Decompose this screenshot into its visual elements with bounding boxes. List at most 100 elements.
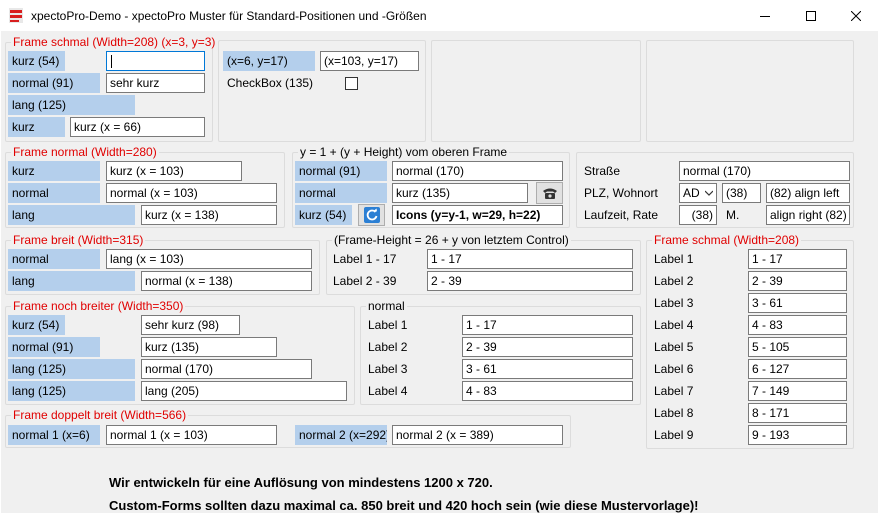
textbox-row[interactable]: 7 - 149 (748, 381, 847, 401)
frame-empty-2 (646, 40, 854, 142)
textbox-normal-2[interactable]: normal 2 (x = 389) (392, 425, 563, 445)
frame-caption: (Frame-Height = 26 + y von letztem Contr… (332, 233, 571, 247)
label-normal: normal (295, 183, 387, 203)
frame-caption: Frame noch breiter (Width=350) (11, 299, 186, 313)
textbox-row[interactable]: 1 - 17 (748, 249, 847, 269)
close-button[interactable] (833, 0, 879, 31)
textbox-plz[interactable]: (38) (722, 183, 761, 203)
label-normal: normal (8, 249, 100, 269)
chevron-down-icon (704, 184, 714, 207)
textbox-row[interactable]: 6 - 127 (748, 359, 847, 379)
label-row: Label 2 (654, 274, 694, 288)
textbox-row[interactable]: 4 - 83 (748, 315, 847, 335)
textbox-sehr-kurz[interactable]: sehr kurz (106, 73, 205, 93)
label-normal: normal (8, 183, 100, 203)
label-row: Label 3 (654, 296, 694, 310)
minimize-button[interactable] (742, 0, 788, 31)
frame-caption: Frame schmal (Width=208) (x=3, y=3) (11, 35, 218, 49)
label-x6-y17: (x=6, y=17) (223, 51, 315, 71)
textbox-row[interactable]: 8 - 171 (748, 403, 847, 423)
frame-caption: normal (366, 299, 407, 313)
textbox-normal-170[interactable]: normal (170) (141, 359, 312, 379)
minimize-icon (760, 15, 770, 17)
textbox-normal-x103[interactable]: normal (x = 103) (106, 183, 277, 203)
textbox-row[interactable]: 2 - 39 (748, 271, 847, 291)
textbox-1-17[interactable]: 1 - 17 (427, 249, 633, 269)
textbox-lang-x103[interactable]: lang (x = 103) (106, 249, 312, 269)
checkbox-label: CheckBox (135) (227, 76, 314, 90)
note-resolution: Wir entwickeln für eine Auflösung von mi… (109, 475, 493, 490)
label-kurz-54: kurz (54) (8, 51, 65, 71)
textbox-normal-170[interactable]: normal (170) (392, 161, 563, 181)
maximize-icon (806, 10, 816, 21)
textbox-row[interactable]: 1 - 17 (462, 315, 633, 335)
label-strasse: Straße (584, 164, 621, 178)
label-lang-125: lang (125) (8, 95, 135, 115)
refresh-icon (363, 207, 380, 223)
label-row: Label 2 (368, 340, 408, 354)
checkbox[interactable] (345, 77, 358, 90)
frame-caption: Frame schmal (Width=208) (652, 233, 802, 247)
textbox-laufzeit[interactable]: (38) (679, 205, 717, 225)
textbox-kurz-x103[interactable]: kurz (x = 103) (106, 161, 242, 181)
label-normal-91: normal (91) (8, 73, 100, 93)
label-2-39: Label 2 - 39 (333, 274, 397, 288)
textbox-kurz-focused[interactable] (106, 51, 205, 71)
textbox-kurz-135[interactable]: kurz (135) (392, 183, 528, 203)
country-combo[interactable]: AD (679, 183, 717, 203)
textbox-kurz-x138[interactable]: kurz (x = 138) (141, 205, 277, 225)
textbox-row[interactable]: 5 - 105 (748, 337, 847, 357)
label-row: Label 6 (654, 362, 694, 376)
text-caret (111, 55, 112, 69)
close-icon (851, 10, 861, 21)
textbox-x103-y17[interactable]: (x=103, y=17) (320, 51, 419, 71)
label-laufzeit-rate: Laufzeit, Rate (584, 208, 659, 222)
label-row: Label 5 (654, 340, 694, 354)
textbox-normal-x138[interactable]: normal (x = 138) (141, 271, 312, 291)
label-kurz-54: kurz (54) (295, 205, 352, 225)
textbox-icons-note[interactable]: Icons (y=y-1, w=29, h=22) (392, 205, 563, 225)
label-row: Label 1 (654, 252, 694, 266)
frame-caption: y = 1 + (y + Height) vom oberen Frame (298, 145, 510, 159)
textbox-rate[interactable]: align right (82) (766, 205, 850, 225)
label-row: Label 1 (368, 318, 408, 332)
textbox-row[interactable]: 3 - 61 (462, 359, 633, 379)
maximize-button[interactable] (788, 0, 834, 31)
label-kurz: kurz (8, 117, 65, 137)
textbox-kurz-x66[interactable]: kurz (x = 66) (70, 117, 205, 137)
label-kurz: kurz (8, 161, 100, 181)
textbox-normal-1[interactable]: normal 1 (x = 103) (106, 425, 277, 445)
title-bar: xpectoPro-Demo - xpectoPro Muster für St… (0, 0, 879, 31)
frame-caption: Frame breit (Width=315) (11, 233, 146, 247)
textbox-kurz-135[interactable]: kurz (135) (141, 337, 277, 357)
textbox-strasse[interactable]: normal (170) (679, 161, 850, 181)
textbox-sehr-kurz-98[interactable]: sehr kurz (98) (141, 315, 240, 335)
label-row: Label 4 (368, 384, 408, 398)
label-normal-2: normal 2 (x=292) (295, 425, 387, 445)
label-lang-125: lang (125) (8, 359, 135, 379)
frame-caption: Frame normal (Width=280) (11, 145, 159, 159)
textbox-row[interactable]: 3 - 61 (748, 293, 847, 313)
textbox-row[interactable]: 9 - 193 (748, 425, 847, 445)
refresh-button[interactable] (358, 204, 385, 226)
phone-icon (542, 188, 557, 199)
textbox-row[interactable]: 4 - 83 (462, 381, 633, 401)
textbox-lang-205[interactable]: lang (205) (141, 381, 347, 401)
phone-button[interactable] (536, 182, 563, 204)
app-icon (9, 8, 23, 23)
label-normal-91: normal (91) (8, 337, 100, 357)
note-form-size: Custom-Forms sollten dazu maximal ca. 85… (109, 498, 699, 513)
label-row: Label 4 (654, 318, 694, 332)
label-normal-1: normal 1 (x=6) (8, 425, 100, 445)
window-title: xpectoPro-Demo - xpectoPro Muster für St… (31, 9, 427, 23)
label-normal-91: normal (91) (295, 161, 387, 181)
label-row: Label 3 (368, 362, 408, 376)
label-row: Label 7 (654, 384, 694, 398)
textbox-row[interactable]: 2 - 39 (462, 337, 633, 357)
frame-empty-1 (431, 40, 641, 142)
label-row: Label 8 (654, 406, 694, 420)
textbox-2-39[interactable]: 2 - 39 (427, 271, 633, 291)
textbox-wohnort[interactable]: (82) align left (766, 183, 850, 203)
label-1-17: Label 1 - 17 (333, 252, 397, 266)
combo-value: AD (683, 186, 700, 200)
